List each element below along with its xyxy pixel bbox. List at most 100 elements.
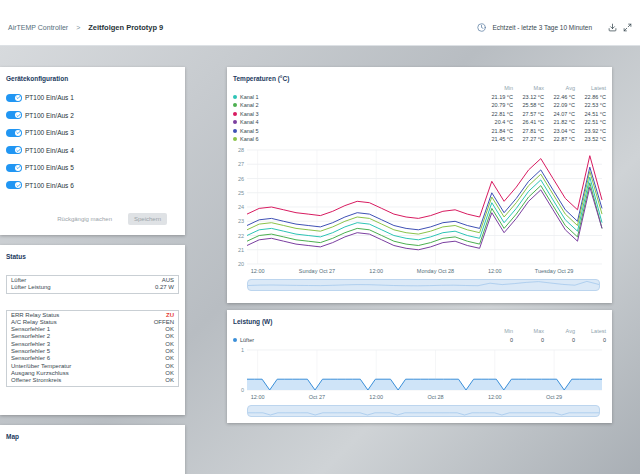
stat-cell: 21.19 °C (485, 93, 513, 102)
check-icon (16, 183, 21, 188)
legend-row[interactable]: Kanal 322.81 °C27.57 °C24.07 °C24.51 °C (233, 110, 606, 119)
time-range[interactable]: Echtzeit - letzte 3 Tage 10 Minuten (492, 24, 592, 31)
svg-text:28: 28 (238, 147, 244, 153)
svg-text:Sunday Oct 27: Sunday Oct 27 (299, 268, 335, 274)
status-value: 0.27 W (155, 284, 174, 291)
svg-text:Oct 28: Oct 28 (427, 394, 443, 400)
toggle-row[interactable]: PT100 Ein/Aus 6 (6, 177, 179, 195)
toggle-switch[interactable] (6, 146, 22, 154)
status-row: Sensorfehler 2OK (11, 333, 174, 340)
toggle-switch[interactable] (6, 111, 22, 119)
card-title: Temperaturen (°C) (233, 74, 606, 83)
legend-row[interactable]: Kanal 121.19 °C23.12 °C22.46 °C22.86 °C (233, 93, 606, 102)
legend-row[interactable]: Kanal 420.4 °C26.41 °C21.82 °C22.51 °C (233, 118, 606, 127)
toggle-knob (15, 112, 21, 118)
legend-row[interactable]: Kanal 621.45 °C27.27 °C22.87 °C23.52 °C (233, 135, 606, 144)
stat-cell: 0 (485, 336, 513, 345)
status-label: Ausgang Kurzschluss (11, 370, 69, 377)
svg-text:21: 21 (238, 246, 244, 252)
map-card: Map (0, 425, 185, 474)
series-name: Kanal 6 (240, 135, 482, 144)
toggle-row[interactable]: PT100 Ein/Aus 3 (6, 124, 179, 142)
svg-text:Oct 27: Oct 27 (309, 394, 325, 400)
legend-column: Max (516, 84, 544, 93)
action-button[interactable]: Rückgängig machen (51, 213, 118, 225)
x-label: Oct 27 (309, 350, 325, 400)
top-bar: AirTEMP Controller>Zeitfolgen Prototyp 9… (0, 0, 640, 46)
toggle-switch[interactable] (6, 164, 22, 172)
app-name[interactable]: AirTEMP Controller (8, 24, 68, 31)
stat-cell: 22.09 °C (547, 101, 575, 110)
page: AirTEMP Controller>Zeitfolgen Prototyp 9… (0, 0, 640, 474)
breadcrumb: AirTEMP Controller>Zeitfolgen Prototyp 9 (8, 23, 163, 32)
series-dot (233, 129, 237, 133)
button-row: Rückgängig machen Speichern (6, 213, 179, 229)
status-label: Sensorfehler 1 (11, 326, 50, 333)
svg-text:27: 27 (238, 161, 244, 167)
toggle-switch[interactable] (6, 129, 22, 137)
card-title: Leistung (W) (233, 317, 606, 326)
fullscreen-icon[interactable] (623, 23, 632, 32)
status-row: Ausgang Kurzschluss OK (11, 370, 174, 377)
legend-column: Avg (547, 327, 575, 336)
page-title: Zeitfolgen Prototyp 9 (88, 23, 163, 32)
status-row: Lüfter Leistung0.27 W (11, 284, 174, 291)
stat-cell: 20.4 °C (485, 118, 513, 127)
series-dot (233, 120, 237, 124)
svg-text:Monday Oct 28: Monday Oct 28 (417, 268, 454, 274)
status-row: LüfterAUS (11, 277, 174, 284)
status-row: Offener StromkreisOK (11, 377, 174, 384)
status-value: OK (165, 326, 174, 333)
toggle-row[interactable]: PT100 Ein/Aus 1 (6, 89, 179, 107)
check-icon (16, 95, 21, 100)
x-label: Oct 29 (546, 350, 562, 400)
stat-cell: 22.87 °C (547, 135, 575, 144)
x-label: 12:00 (251, 350, 265, 400)
series-line (247, 182, 602, 245)
power-card: Leistung (W)MinMaxAvgLatestLüfter0000101… (227, 310, 612, 423)
toggle-list: PT100 Ein/Aus 1PT100 Ein/Aus 2PT100 Ein/… (6, 89, 179, 194)
series-line (247, 167, 602, 230)
legend-column: Latest (578, 327, 606, 336)
power-navigator[interactable] (247, 405, 600, 417)
status-box: ERR Relay StatusZUA/C Relay StatusOFFENS… (6, 310, 179, 387)
temperature-navigator[interactable] (247, 279, 600, 291)
stat-cell: 27.81 °C (516, 127, 544, 136)
legend-row[interactable]: Lüfter0000 (233, 336, 606, 345)
status-value: OK (165, 370, 174, 377)
toggle-switch[interactable] (6, 94, 22, 102)
stat-cell: 22.46 °C (547, 93, 575, 102)
series-name: Lüfter (240, 336, 482, 345)
stat-cell: 0 (578, 336, 606, 345)
toggle-row[interactable]: PT100 Ein/Aus 5 (6, 159, 179, 177)
x-label: 12:00 (369, 150, 383, 274)
y-tick: 27 (238, 161, 602, 167)
x-label: 12:00 (488, 350, 502, 400)
stat-cell: 23.92 °C (578, 127, 606, 136)
status-value: OFFEN (154, 319, 174, 326)
status-row: Sensorfehler 3OK (11, 341, 174, 348)
clock-icon (477, 23, 486, 32)
legend-table: MinMaxAvgLatestLüfter0000 (233, 327, 606, 344)
y-tick: 24 (238, 204, 602, 210)
svg-text:22: 22 (238, 232, 244, 238)
action-button[interactable]: Speichern (128, 213, 167, 225)
y-tick: 20 (238, 261, 602, 267)
legend-row[interactable]: Kanal 220.79 °C25.58 °C22.09 °C22.53 °C (233, 101, 606, 110)
toggle-row[interactable]: PT100 Ein/Aus 4 (6, 142, 179, 160)
download-icon[interactable] (608, 23, 617, 32)
svg-text:12:00: 12:00 (488, 268, 502, 274)
series (247, 171, 602, 234)
stat-cell: 0 (547, 336, 575, 345)
series-dot (233, 137, 237, 141)
stat-cell: 22.51 °C (578, 118, 606, 127)
toggle-knob (15, 130, 21, 136)
toggle-row[interactable]: PT100 Ein/Aus 2 (6, 107, 179, 125)
legend-header: MinMaxAvgLatest (233, 327, 606, 336)
svg-text:12:00: 12:00 (251, 394, 265, 400)
series-name: Kanal 5 (240, 127, 482, 136)
legend-column: Latest (578, 84, 606, 93)
legend-row[interactable]: Kanal 521.84 °C27.81 °C23.04 °C23.92 °C (233, 127, 606, 136)
svg-text:23: 23 (238, 218, 244, 224)
toggle-switch[interactable] (6, 181, 22, 189)
